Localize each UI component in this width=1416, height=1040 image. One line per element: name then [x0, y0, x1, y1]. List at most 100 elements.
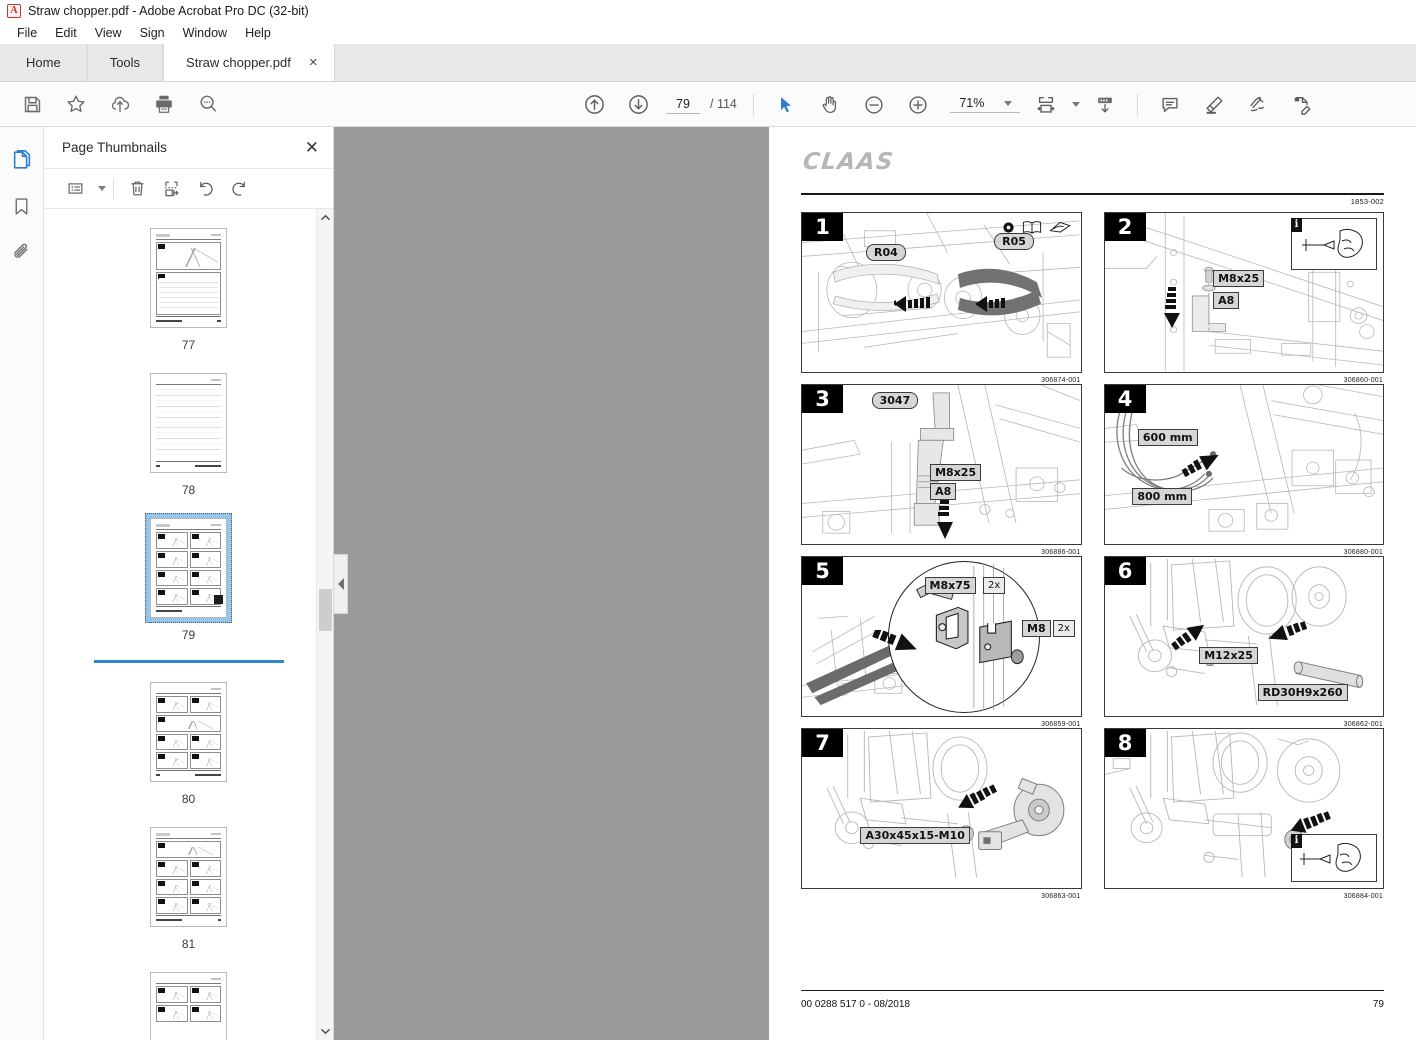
- panel-6-callout-0: M12x25: [1199, 647, 1258, 665]
- save-icon[interactable]: [15, 87, 49, 121]
- zoom-control[interactable]: 71%: [949, 96, 1020, 113]
- panel-3-callout-0: 3047: [871, 392, 919, 410]
- thumbnails-scrollbar[interactable]: [316, 209, 333, 1040]
- thumbnail-page-number: 78: [181, 483, 196, 497]
- tab-strip: Home Tools Straw chopper.pdf ×: [0, 44, 1416, 82]
- zoom-in-icon[interactable]: [901, 88, 935, 122]
- zoom-out-icon[interactable]: [857, 88, 891, 122]
- thumbnail-item-current[interactable]: 79: [145, 513, 232, 642]
- document-page: CLAAS 1853-002 1 R04 R05 306874-001 2 i …: [769, 127, 1416, 1040]
- thumbnail-item[interactable]: 82: [145, 967, 232, 1040]
- page-content: CLAAS 1853-002 1 R04 R05 306874-001 2 i …: [769, 127, 1416, 1040]
- thumbnail-page-preview: [150, 827, 227, 927]
- next-page-icon[interactable]: [621, 88, 655, 122]
- header-reference: 1853-002: [1350, 196, 1384, 206]
- instruction-panel-grid: 1 R04 R05 306874-001 2 i M8x25 A8 306860…: [801, 211, 1384, 900]
- panel-frame: 1 R04 R05: [801, 211, 1082, 373]
- bolt-symbol-icon: [1002, 221, 1014, 233]
- direction-arrow-icon: [891, 295, 940, 318]
- chevron-down-icon[interactable]: [1003, 100, 1012, 106]
- panel-frame: 3 3047 M8x25 A8: [801, 383, 1082, 545]
- menu-item-file[interactable]: File: [8, 24, 46, 42]
- title-bar: A Straw chopper.pdf - Adobe Acrobat Pro …: [0, 0, 1416, 22]
- tab-tools[interactable]: Tools: [88, 44, 164, 81]
- instruction-panel-4: 4 600 mm 800 mm 306880-001: [1103, 383, 1384, 556]
- search-icon[interactable]: [191, 87, 225, 121]
- thumbnail-item[interactable]: 81: [145, 822, 232, 951]
- technical-drawing: [802, 729, 1081, 888]
- instruction-panel-5: 5 M8x75 2x M8 2x 306859-001: [801, 555, 1082, 728]
- document-viewport[interactable]: CLAAS 1853-002 1 R04 R05 306874-001 2 i …: [334, 127, 1416, 1040]
- star-icon[interactable]: [59, 87, 93, 121]
- instruction-panel-8: 8 i 306884-001: [1103, 727, 1384, 900]
- bookmark-icon[interactable]: [5, 187, 39, 225]
- options-menu-icon[interactable]: [60, 175, 90, 203]
- panel-number: 8: [1104, 728, 1146, 757]
- panel-frame: 7 A30x45x15-M10: [801, 727, 1082, 889]
- scroll-up-icon[interactable]: [317, 209, 333, 226]
- menu-item-window[interactable]: Window: [174, 24, 236, 42]
- panel-6-callout-1: RD30H9x260: [1257, 683, 1348, 701]
- thumbnail-item[interactable]: 80: [145, 677, 232, 806]
- main-toolbar: / 114: [0, 82, 1416, 127]
- panel-5-callout-1: 2x: [983, 577, 1006, 595]
- window-title: Straw chopper.pdf - Adobe Acrobat Pro DC…: [28, 4, 309, 18]
- thumbnail-item[interactable]: 78: [145, 368, 232, 497]
- scroll-down-icon[interactable]: [317, 1023, 333, 1040]
- rotate-ccw-icon[interactable]: [190, 175, 220, 203]
- panel-4-callout-0: 600 mm: [1137, 429, 1198, 447]
- fit-page-icon[interactable]: [1029, 88, 1063, 122]
- info-inset-box: i: [1291, 833, 1377, 882]
- panel-number: 1: [802, 212, 843, 241]
- tab-document-label: Straw chopper.pdf: [186, 55, 291, 70]
- tab-tools-label: Tools: [109, 55, 141, 70]
- info-badge-icon: i: [1291, 217, 1302, 232]
- page-thumbnails-panel: Page Thumbnails ✕ 77 78 79 80 81: [44, 127, 334, 1040]
- panel-number: 4: [1104, 384, 1146, 413]
- thumbnail-page-preview: [150, 373, 227, 473]
- close-icon[interactable]: ×: [305, 53, 322, 72]
- app-body: Page Thumbnails ✕ 77 78 79 80 81 CLAAS 1…: [0, 127, 1416, 1040]
- panel-1-callout-1: R05: [994, 233, 1034, 251]
- menu-item-view[interactable]: View: [86, 24, 131, 42]
- menu-item-sign[interactable]: Sign: [131, 24, 174, 42]
- menu-item-edit[interactable]: Edit: [46, 24, 86, 42]
- panel-number: 6: [1104, 556, 1146, 585]
- thumbnail-page-number: 79: [181, 628, 196, 642]
- rotate-cw-icon[interactable]: [224, 175, 254, 203]
- edit-pdf-icon[interactable]: [1285, 88, 1319, 122]
- chevron-down-icon-fit[interactable]: [1071, 102, 1080, 107]
- tab-home[interactable]: Home: [0, 44, 88, 81]
- comment-icon[interactable]: [1153, 88, 1187, 122]
- page-number-input[interactable]: [666, 95, 700, 114]
- delete-pages-icon[interactable]: [122, 175, 152, 203]
- menu-item-help[interactable]: Help: [236, 24, 280, 42]
- thumbnail-item[interactable]: 77: [145, 223, 232, 352]
- page-thumbnails-icon[interactable]: [5, 141, 39, 179]
- navigation-rail: [0, 127, 44, 1040]
- info-inset-box: i: [1291, 217, 1377, 270]
- highlight-icon[interactable]: [1197, 88, 1231, 122]
- scroll-mode-icon[interactable]: [1088, 88, 1122, 122]
- select-tool-icon[interactable]: [769, 88, 803, 122]
- hand-tool-icon[interactable]: [813, 88, 847, 122]
- thumbnail-page-number: 77: [181, 338, 196, 352]
- thumbnails-toolbar-divider: [113, 178, 114, 199]
- instruction-panel-3: 3 3047 M8x25 A8 306886-001: [801, 383, 1082, 556]
- header-rule: [801, 193, 1384, 195]
- print-icon[interactable]: [147, 87, 181, 121]
- cloud-upload-icon[interactable]: [103, 87, 137, 121]
- thumbnails-scroll-area[interactable]: 77 78 79 80 81: [44, 209, 333, 1040]
- chevron-down-icon-options[interactable]: [98, 186, 106, 191]
- attachment-icon[interactable]: [5, 233, 39, 271]
- info-badge-icon: i: [1291, 833, 1302, 848]
- tab-document[interactable]: Straw chopper.pdf ×: [163, 44, 335, 81]
- scrollbar-thumb[interactable]: [319, 589, 332, 631]
- panel-reference: 306859-001: [1041, 720, 1081, 728]
- previous-page-icon[interactable]: [577, 88, 611, 122]
- toolbar-left-group: [0, 87, 230, 121]
- extract-pages-icon[interactable]: [156, 175, 186, 203]
- close-icon[interactable]: ✕: [305, 139, 319, 156]
- fill-and-sign-icon[interactable]: [1241, 88, 1275, 122]
- collapse-sidebar-handle[interactable]: [334, 553, 348, 614]
